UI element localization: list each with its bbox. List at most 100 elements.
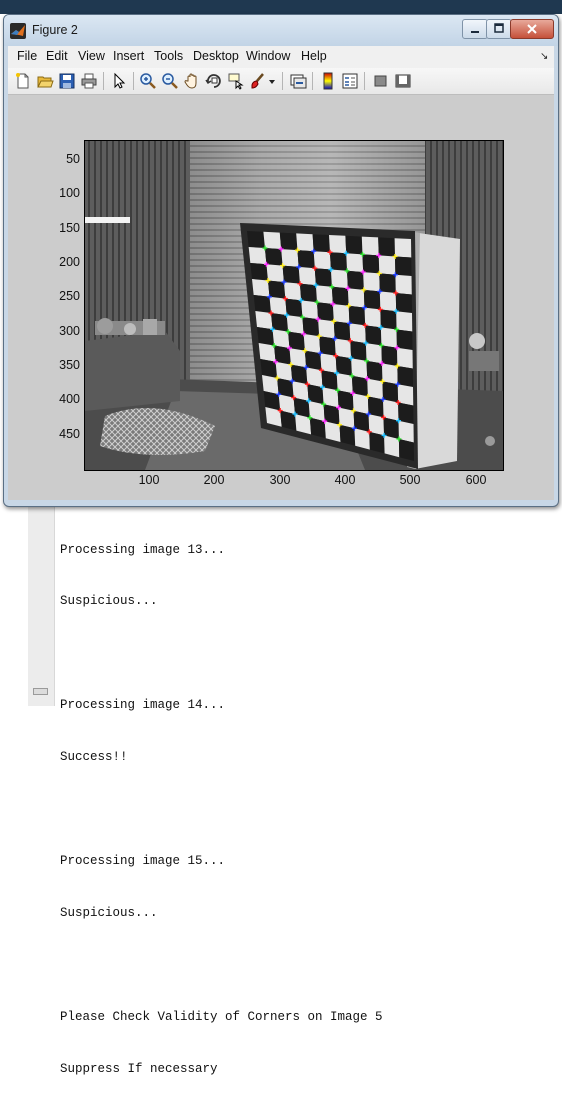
- checker-square: [297, 250, 315, 269]
- menu-edit[interactable]: Edit: [46, 49, 68, 63]
- menu-file[interactable]: File: [17, 49, 37, 63]
- menu-bar: File Edit View Insert Tools Desktop Wind…: [8, 46, 554, 69]
- zoom-out-icon[interactable]: [161, 72, 179, 90]
- checker-square: [396, 311, 413, 332]
- menu-overflow-icon[interactable]: ↘: [540, 51, 548, 62]
- console-scroll-marker[interactable]: [33, 688, 48, 695]
- y-tick-label: 50: [66, 152, 80, 166]
- brush-icon[interactable]: [249, 72, 267, 90]
- toolbar-separator: [103, 72, 104, 90]
- checker-square: [263, 231, 282, 250]
- checker-square: [364, 307, 381, 328]
- checker-square: [378, 237, 395, 257]
- data-cursor-icon[interactable]: [227, 72, 245, 90]
- checker-square: [332, 304, 350, 324]
- matlab-logo-icon: [10, 23, 26, 39]
- pan-icon[interactable]: [183, 72, 201, 90]
- menu-window[interactable]: Window: [246, 49, 290, 63]
- new-figure-icon[interactable]: [14, 72, 32, 90]
- checker-square: [396, 329, 413, 350]
- x-tick-label: 300: [269, 473, 291, 487]
- checker-square: [362, 254, 380, 274]
- minimize-button[interactable]: [462, 19, 488, 39]
- checker-square: [329, 252, 348, 271]
- checker-square: [267, 280, 286, 299]
- menu-insert[interactable]: Insert: [113, 49, 144, 63]
- checker-square: [298, 266, 316, 286]
- checker-square: [312, 234, 330, 253]
- console-line: Success!!: [60, 750, 128, 765]
- title-bar[interactable]: Figure 2: [4, 15, 558, 46]
- open-file-icon[interactable]: [36, 72, 54, 90]
- figure-toolbar: [8, 68, 554, 95]
- figure-window: Figure 2 File Edit View Insert Tools Des…: [3, 14, 559, 507]
- checker-square: [250, 263, 268, 281]
- console-line: Suppress If necessary: [60, 1061, 218, 1076]
- close-button[interactable]: [510, 19, 554, 39]
- checker-square: [380, 327, 397, 348]
- checker-square: [313, 251, 331, 270]
- checker-square: [365, 325, 382, 346]
- checker-square: [330, 269, 348, 289]
- save-icon[interactable]: [58, 72, 76, 90]
- checker-square: [247, 231, 265, 249]
- checker-square: [363, 289, 381, 310]
- checkerboard-image[interactable]: [84, 140, 504, 471]
- figure-canvas: 50 100 150 200 250 300 350 400 450 100 2…: [8, 95, 554, 500]
- brush-dropdown-icon[interactable]: [267, 72, 277, 90]
- toolbar-separator: [282, 72, 283, 90]
- hide-plot-tools-icon[interactable]: [372, 72, 390, 90]
- checker-square: [285, 298, 303, 318]
- checker-square: [395, 292, 412, 313]
- checker-square: [346, 253, 364, 273]
- link-plot-icon[interactable]: [289, 72, 307, 90]
- checker-square: [379, 273, 396, 293]
- x-tick-label: 400: [334, 473, 356, 487]
- pointer-icon[interactable]: [110, 72, 128, 90]
- menu-desktop[interactable]: Desktop: [193, 49, 239, 63]
- x-axis-ticks: 100 200 300 400 500 600: [8, 473, 554, 493]
- zoom-in-icon[interactable]: [139, 72, 157, 90]
- menu-tools[interactable]: Tools: [154, 49, 183, 63]
- colorbar-icon[interactable]: [319, 72, 337, 90]
- x-tick-label: 600: [465, 473, 487, 487]
- command-window-output: Processing image 13... Suspicious... Pro…: [60, 507, 555, 1095]
- checker-square: [282, 265, 300, 284]
- checker-square: [331, 286, 349, 306]
- y-tick-label: 100: [59, 186, 80, 200]
- checker-square: [296, 233, 314, 252]
- checker-square: [252, 279, 270, 297]
- x-tick-label: 200: [203, 473, 225, 487]
- console-line: Please Check Validity of Corners on Imag…: [60, 1009, 383, 1024]
- checker-square: [361, 236, 379, 256]
- toolbar-separator: [312, 72, 313, 90]
- toolbar-separator: [364, 72, 365, 90]
- y-tick-label: 300: [59, 324, 80, 338]
- checker-square: [248, 247, 267, 265]
- print-icon[interactable]: [80, 72, 98, 90]
- maximize-button[interactable]: [486, 19, 512, 39]
- checker-square: [380, 309, 397, 330]
- console-line: Processing image 13...: [60, 542, 226, 557]
- y-axis-ticks: 50 100 150 200 250 300 350 400 450: [38, 95, 80, 500]
- checker-square: [347, 288, 365, 308]
- checker-square: [281, 249, 299, 267]
- legend-icon[interactable]: [341, 72, 359, 90]
- console-line: Suspicious...: [60, 594, 158, 609]
- menu-help[interactable]: Help: [301, 49, 327, 63]
- show-plot-tools-icon[interactable]: [394, 72, 412, 90]
- checker-square: [264, 248, 283, 266]
- checker-square: [394, 256, 412, 276]
- desktop-background-strip: [0, 0, 562, 14]
- checker-square: [317, 302, 334, 322]
- checker-square: [329, 235, 347, 254]
- toolbar-separator: [133, 72, 134, 90]
- rotate-3d-icon[interactable]: [205, 72, 223, 90]
- checker-square: [283, 282, 302, 301]
- checker-square: [314, 268, 332, 287]
- menu-view[interactable]: View: [78, 49, 105, 63]
- y-tick-label: 400: [59, 392, 80, 406]
- y-tick-label: 150: [59, 221, 80, 235]
